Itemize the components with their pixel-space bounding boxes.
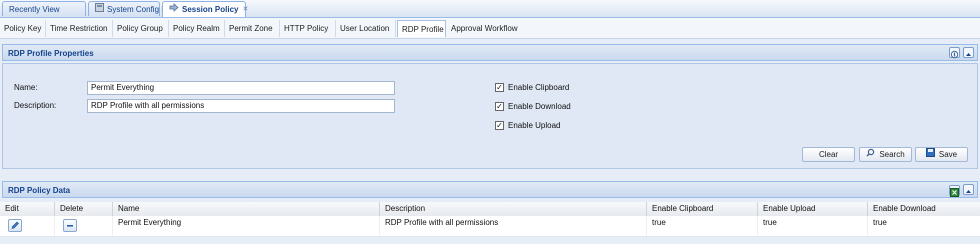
edit-icon[interactable] xyxy=(8,219,22,232)
column-header-delete[interactable]: Delete xyxy=(55,202,113,216)
save-button[interactable]: Save xyxy=(915,147,968,162)
enable-download-cell: true xyxy=(873,218,887,227)
name-label: Name: xyxy=(14,83,38,92)
delete-cell xyxy=(55,216,113,236)
enable-upload-checkbox[interactable]: ✓ xyxy=(495,121,504,130)
tab-system-config[interactable]: System Config Man.✕ xyxy=(88,1,189,17)
tab-user-location[interactable]: User Location xyxy=(336,20,396,37)
tab-http-policy[interactable]: HTTP Policy xyxy=(280,20,336,37)
collapse-icon[interactable] xyxy=(963,47,974,58)
button-label: Save xyxy=(938,150,958,159)
help-icon[interactable] xyxy=(949,47,960,59)
column-header-name[interactable]: Name xyxy=(113,202,380,216)
save-icon xyxy=(925,148,935,161)
tab-label: HTTP Policy xyxy=(284,24,329,33)
tab-policy-key[interactable]: Policy Key xyxy=(0,20,46,37)
props-panel-header: RDP Profile Properties xyxy=(2,44,978,61)
enable-clipboard-label: Enable Clipboard xyxy=(508,83,570,92)
tab-label: RDP Profile xyxy=(402,25,444,34)
tab-approval-workflow[interactable]: Approval Workflow xyxy=(447,20,525,37)
enable-download-checkbox[interactable]: ✓ xyxy=(495,102,504,111)
button-label: Clear xyxy=(818,150,839,159)
tab-label: Recently View xyxy=(9,5,60,14)
collapse-icon[interactable] xyxy=(963,184,974,195)
clear-button[interactable]: Clear xyxy=(802,147,855,162)
table-row[interactable]: Permit Everything RDP Profile with all p… xyxy=(0,216,980,237)
search-button[interactable]: Search xyxy=(859,147,912,162)
tab-rdp-profile[interactable]: RDP Profile xyxy=(397,20,446,37)
close-icon[interactable]: ✕ xyxy=(242,2,248,17)
export-excel-icon[interactable] xyxy=(949,185,960,197)
top-tab-strip: Recently View System Config Man.✕ Sessio… xyxy=(0,0,980,18)
tab-label: Policy Realm xyxy=(173,24,220,33)
enable-upload-cell: true xyxy=(758,216,868,236)
delete-icon[interactable] xyxy=(63,219,77,232)
column-header-enable-upload[interactable]: Enable Upload xyxy=(758,202,868,216)
description-field[interactable]: RDP Profile with all permissions xyxy=(87,99,395,113)
config-icon xyxy=(95,2,104,17)
description-cell: RDP Profile with all permissions xyxy=(380,216,647,236)
sub-tab-strip: Policy Key Time Restriction Policy Group… xyxy=(0,18,980,39)
enable-clipboard-checkbox[interactable]: ✓ xyxy=(495,83,504,92)
tab-session-policy[interactable]: Session Policy ✕ xyxy=(162,1,248,17)
panel-title: RDP Policy Data xyxy=(8,186,71,195)
edit-cell xyxy=(0,216,55,236)
enable-download-label: Enable Download xyxy=(508,102,571,111)
column-header-enable-clipboard[interactable]: Enable Clipboard xyxy=(647,202,758,216)
props-panel-body: Name: Permit Everything Description: RDP… xyxy=(2,63,978,169)
tab-label: Permit Zone xyxy=(229,24,273,33)
button-label: Search xyxy=(879,150,905,159)
tab-label: Approval Workflow xyxy=(451,24,518,33)
tab-policy-realm[interactable]: Policy Realm xyxy=(169,20,225,37)
enable-clipboard-cell: true xyxy=(647,216,758,236)
name-cell: Permit Everything xyxy=(113,216,380,236)
column-header-description[interactable]: Description xyxy=(380,202,647,216)
name-field[interactable]: Permit Everything xyxy=(87,81,395,95)
tab-label: User Location xyxy=(340,24,390,33)
tab-label: Time Restriction xyxy=(50,24,108,33)
tab-label: Policy Group xyxy=(117,24,163,33)
tab-policy-group[interactable]: Policy Group xyxy=(113,20,169,37)
panel-title: RDP Profile Properties xyxy=(8,49,94,58)
column-header-edit[interactable]: Edit xyxy=(0,202,55,216)
tab-recently-view[interactable]: Recently View xyxy=(2,1,86,16)
enable-upload-label: Enable Upload xyxy=(508,121,561,130)
arrow-icon xyxy=(169,2,179,17)
grid-header: Edit Delete Name Description Enable Clip… xyxy=(0,202,980,217)
description-label: Description: xyxy=(14,101,57,110)
search-icon xyxy=(866,148,875,161)
tab-label: Session Policy xyxy=(182,5,239,14)
tab-permit-zone[interactable]: Permit Zone xyxy=(225,20,280,37)
tab-label: Policy Key xyxy=(4,24,42,33)
data-panel-header: RDP Policy Data xyxy=(2,181,978,198)
tab-time-restriction[interactable]: Time Restriction xyxy=(46,20,113,37)
column-header-enable-download[interactable]: Enable Download xyxy=(868,202,980,216)
